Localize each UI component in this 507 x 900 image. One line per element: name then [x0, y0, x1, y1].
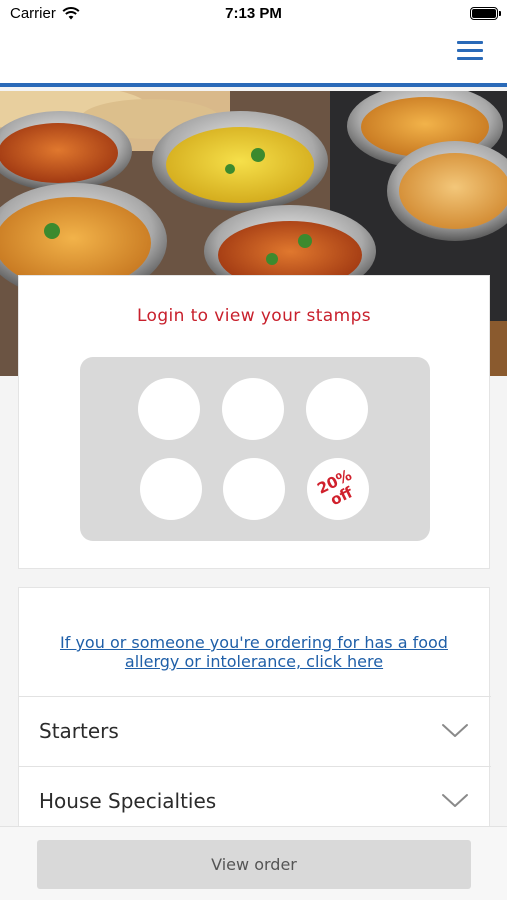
menu-section-label: Starters [39, 719, 119, 743]
nav-bar [0, 30, 507, 87]
chevron-down-icon [442, 794, 468, 807]
clock: 7:13 PM [225, 5, 282, 22]
stamp-grid: 20% off [80, 357, 430, 541]
stamp-slot [306, 378, 368, 440]
stamp-slot [140, 458, 202, 520]
view-order-button[interactable]: View order [37, 840, 471, 889]
menu-card: If you or someone you're ordering for ha… [18, 587, 491, 847]
stamp-slot [138, 378, 200, 440]
stamp-card-title[interactable]: Login to view your stamps [19, 306, 489, 326]
reward-badge: 20% off [297, 448, 380, 531]
bottom-bar: View order [0, 826, 507, 900]
menu-section-starters[interactable]: Starters [19, 696, 491, 766]
allergy-info-link[interactable]: If you or someone you're ordering for ha… [39, 633, 469, 671]
menu-section-label: House Specialties [39, 789, 217, 813]
stamp-slot [223, 458, 285, 520]
stamp-slot [222, 378, 284, 440]
hamburger-menu-icon[interactable] [457, 39, 483, 63]
status-bar: Carrier 7:13 PM [0, 0, 507, 30]
stamp-reward-slot: 20% off [307, 458, 369, 520]
chevron-down-icon [442, 724, 468, 737]
battery-icon [470, 7, 501, 20]
stamp-card: Login to view your stamps 20% off [18, 275, 490, 569]
